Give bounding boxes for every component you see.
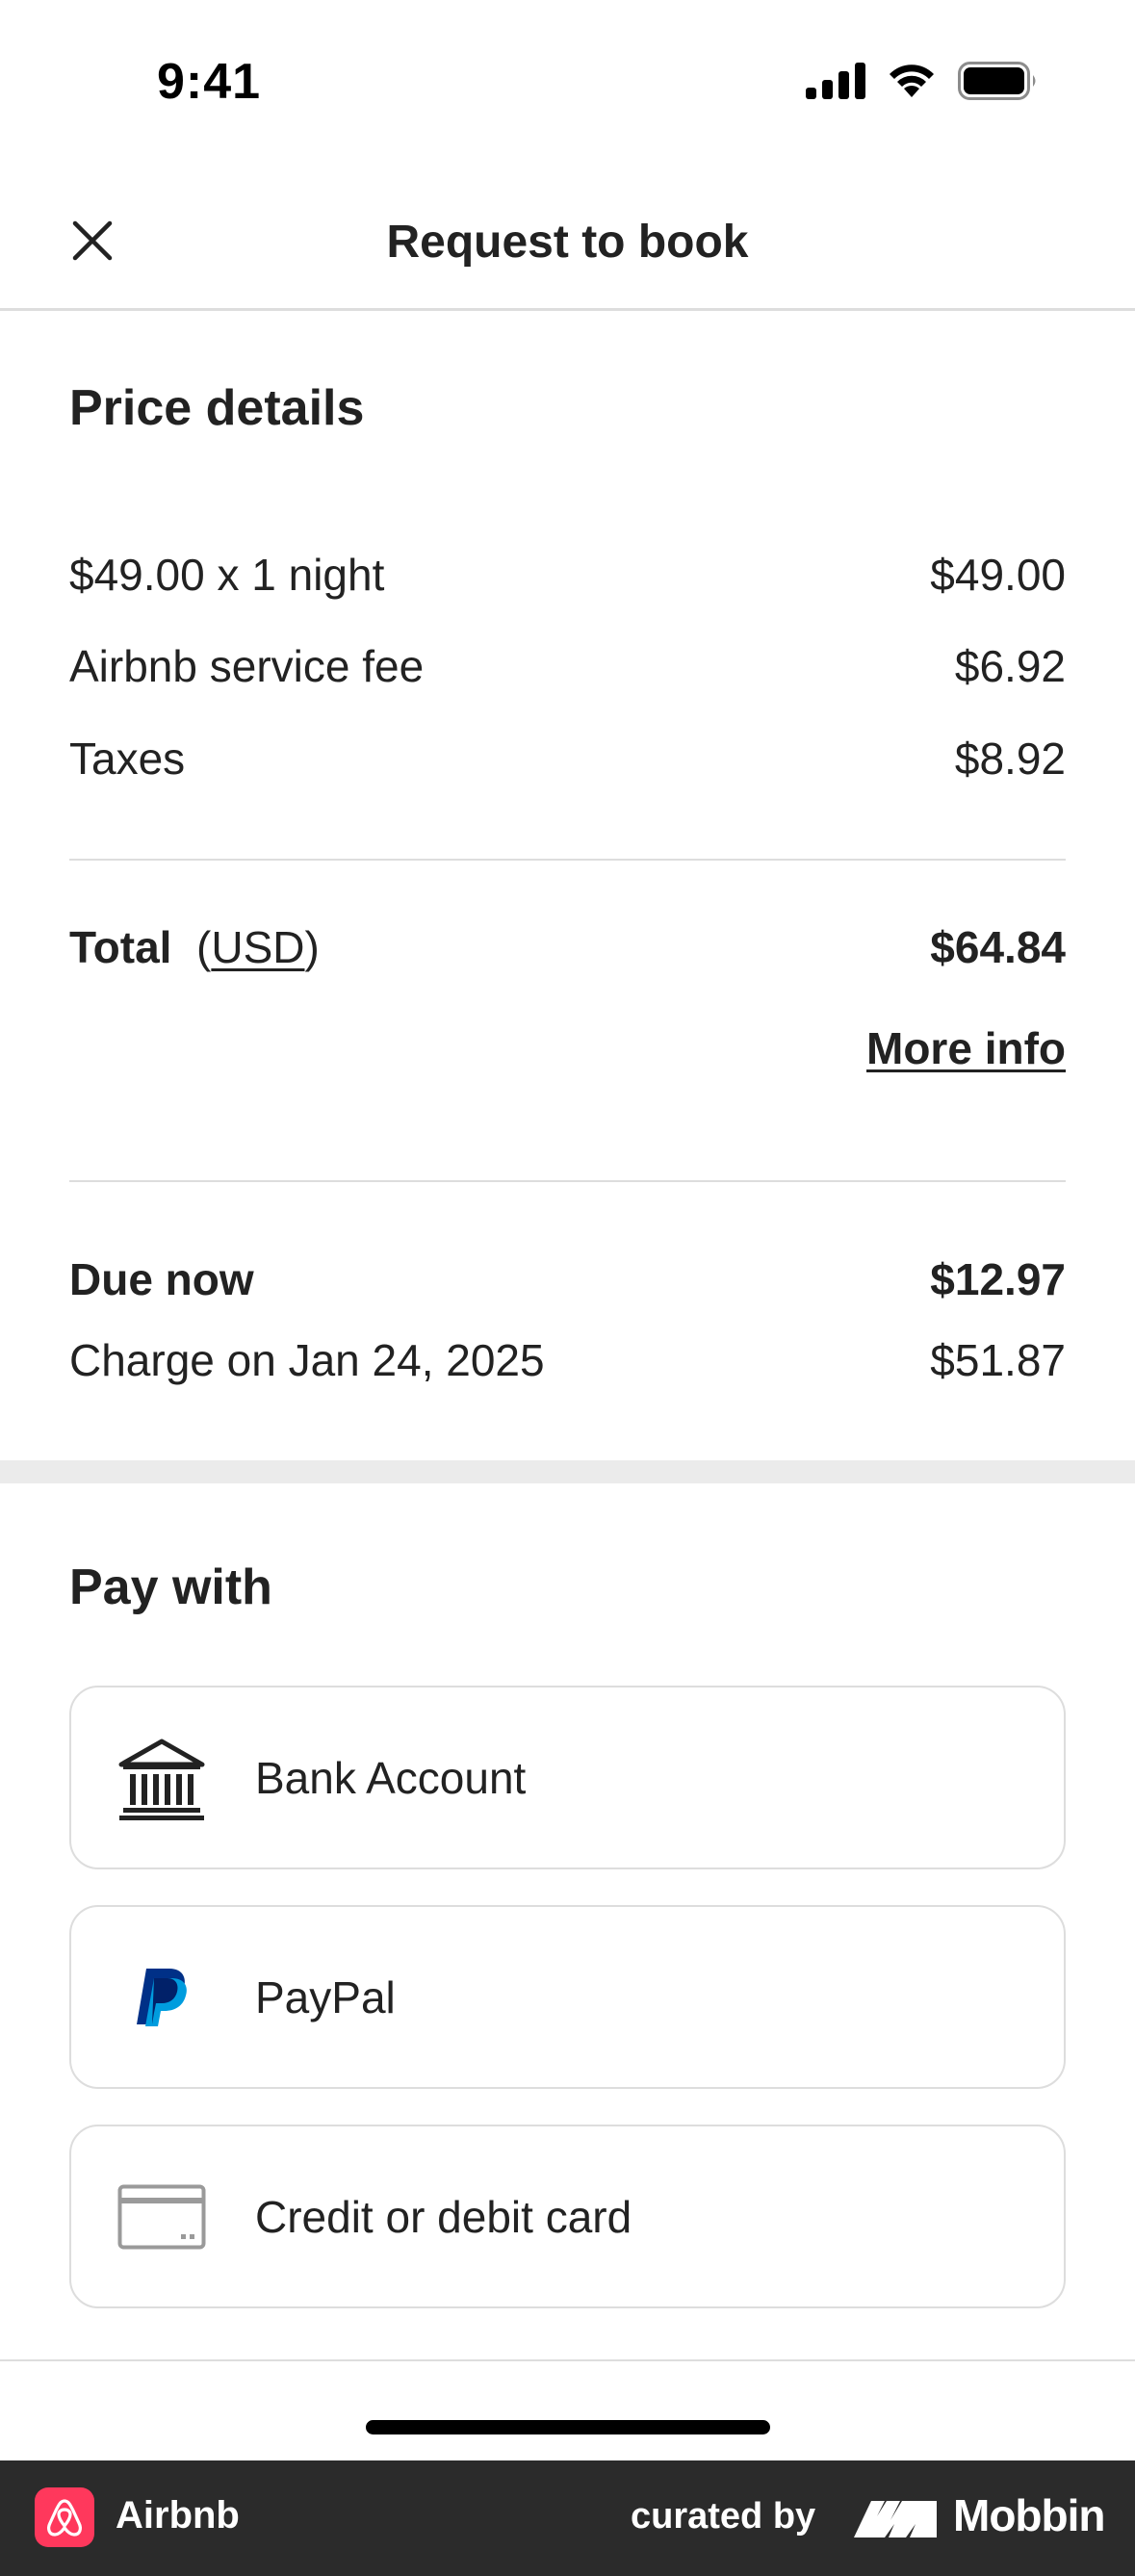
header: Request to book (0, 173, 1135, 311)
price-line-label: Airbnb service fee (69, 641, 425, 691)
status-bar: 9:41 (0, 0, 1135, 144)
price-line-taxes: Taxes $8.92 (69, 733, 1066, 785)
total-value: $64.84 (930, 922, 1066, 972)
price-line-value: $49.00 (930, 550, 1066, 600)
paypal-icon (117, 1953, 206, 2042)
due-now-row: Due now $12.97 (69, 1253, 1066, 1305)
wifi-icon (890, 64, 934, 97)
total-label: Total (69, 922, 172, 972)
footer-bar: Airbnb curated by Mobbin (0, 2460, 1135, 2576)
currency-close-paren: ) (304, 922, 320, 972)
pay-with-title: Pay with (69, 1559, 272, 1615)
footer-brand: Mobbin (953, 2490, 1105, 2540)
divider (0, 2359, 1135, 2361)
price-line-nightly: $49.00 x 1 night $49.00 (69, 549, 1066, 601)
payment-option-bank-account[interactable]: Bank Account (69, 1686, 1066, 1869)
currency-link[interactable]: USD (211, 922, 304, 972)
status-icons (806, 62, 1039, 100)
price-details-title: Price details (69, 380, 365, 436)
payment-option-label: PayPal (255, 1971, 396, 2022)
charge-later-label: Charge on Jan 24, 2025 (69, 1335, 545, 1385)
airbnb-logo-icon (35, 2487, 94, 2547)
divider (69, 859, 1066, 861)
due-now-label: Due now (69, 1254, 254, 1304)
home-indicator[interactable] (366, 2420, 770, 2434)
credit-card-icon (117, 2173, 206, 2261)
footer-app-name: Airbnb (116, 2494, 240, 2537)
total-label-group: Total (USD) (69, 921, 320, 973)
footer-curated-by: curated by (631, 2496, 816, 2537)
payment-option-paypal[interactable]: PayPal (69, 1905, 1066, 2089)
section-separator (0, 1460, 1135, 1483)
price-line-label: Taxes (69, 734, 186, 784)
bank-icon (117, 1734, 206, 1822)
battery-icon (958, 62, 1036, 100)
mobbin-logo-icon (854, 2501, 937, 2537)
more-info-link[interactable]: More info (866, 1022, 1066, 1074)
price-line-value: $8.92 (954, 734, 1066, 784)
divider (69, 1180, 1066, 1182)
total-row: Total (USD) $64.84 (69, 921, 1066, 973)
cellular-signal-icon (806, 63, 865, 99)
due-now-value: $12.97 (930, 1254, 1066, 1304)
status-time: 9:41 (157, 54, 262, 110)
payment-option-label: Credit or debit card (255, 2191, 632, 2242)
price-line-service-fee: Airbnb service fee $6.92 (69, 640, 1066, 692)
page-title: Request to book (386, 217, 749, 268)
price-line-label: $49.00 x 1 night (69, 550, 385, 600)
payment-option-credit-card[interactable]: Credit or debit card (69, 2125, 1066, 2308)
price-line-value: $6.92 (954, 641, 1066, 691)
charge-later-value: $51.87 (930, 1335, 1066, 1385)
charge-later-row: Charge on Jan 24, 2025 $51.87 (69, 1334, 1066, 1386)
payment-option-label: Bank Account (255, 1752, 527, 1803)
currency-open-paren: ( (196, 922, 212, 972)
